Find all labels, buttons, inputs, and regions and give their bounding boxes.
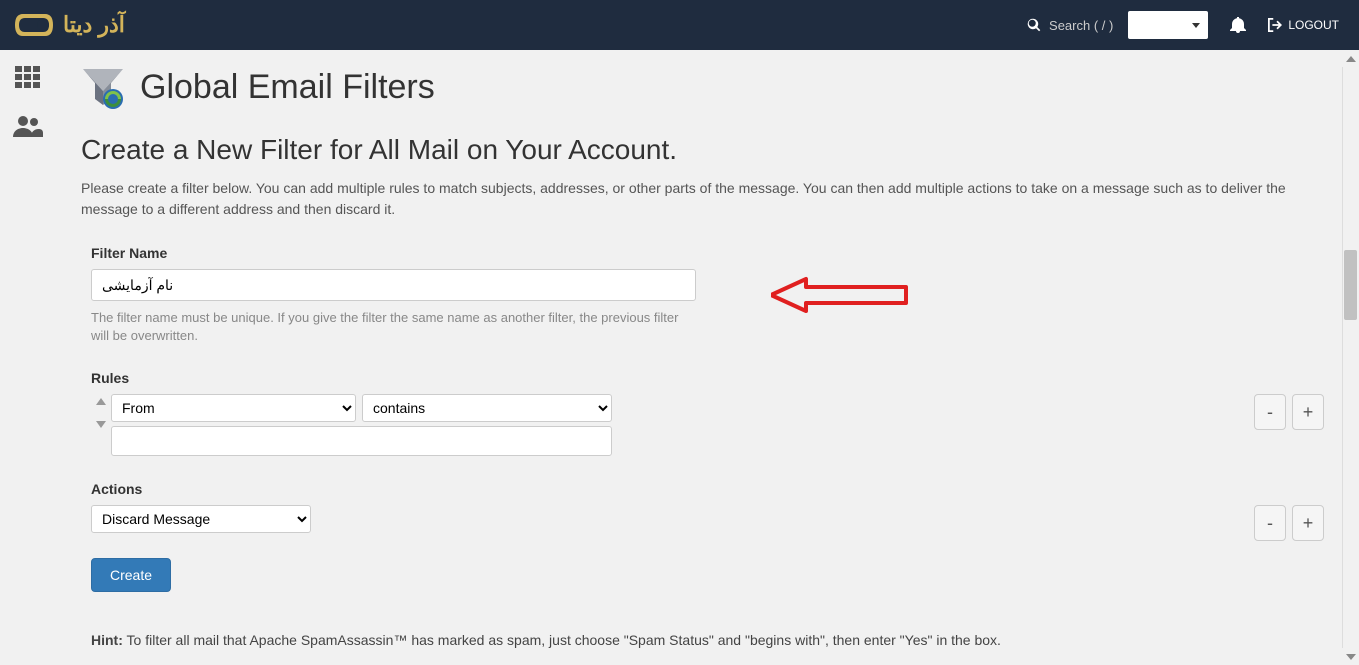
notifications-button[interactable] [1223, 17, 1253, 33]
rule-value-input[interactable] [111, 426, 612, 456]
rule-move-up[interactable] [96, 398, 106, 405]
filter-name-input[interactable] [91, 269, 696, 301]
action-remove-button[interactable]: - [1254, 505, 1286, 541]
scrollbar-track[interactable] [1342, 50, 1359, 665]
search-area[interactable]: Search ( / ) [1027, 18, 1113, 33]
search-placeholder-text: Search ( / ) [1049, 18, 1113, 33]
page-subtitle: Create a New Filter for All Mail on Your… [81, 134, 1334, 166]
rule-match-select[interactable]: contains [362, 394, 612, 422]
page-title: Global Email Filters [140, 68, 435, 107]
bell-icon [1230, 17, 1246, 33]
action-add-button[interactable]: + [1292, 505, 1324, 541]
logout-label: LOGOUT [1288, 18, 1339, 32]
sidebar-apps[interactable] [13, 65, 43, 89]
grid-icon [15, 66, 41, 88]
sidebar-users[interactable] [13, 114, 43, 138]
scrollbar-down[interactable] [1342, 648, 1359, 665]
page-description: Please create a filter below. You can ad… [81, 178, 1334, 220]
scrollbar-thumb[interactable] [1344, 250, 1357, 320]
actions-label: Actions [91, 481, 1324, 497]
filter-name-help: The filter name must be unique. If you g… [91, 309, 691, 345]
action-select[interactable]: Discard Message [91, 505, 311, 533]
main-content: Global Email Filters Create a New Filter… [56, 50, 1359, 665]
rule-field-select[interactable]: From [111, 394, 356, 422]
logout-button[interactable]: LOGOUT [1268, 18, 1349, 32]
filter-name-label: Filter Name [91, 245, 1324, 261]
rule-remove-button[interactable]: - [1254, 394, 1286, 430]
hint-block: Hint: To filter all mail that Apache Spa… [91, 632, 1324, 648]
hint-text: To filter all mail that Apache SpamAssas… [123, 632, 1001, 648]
caret-down-icon [1192, 23, 1200, 28]
rules-label: Rules [91, 370, 1324, 386]
search-icon [1027, 18, 1041, 32]
logout-icon [1268, 18, 1282, 32]
header: آذر دیتا Search ( / ) LOGOUT [0, 0, 1359, 50]
logo-icon [15, 10, 55, 40]
scrollbar-up[interactable] [1342, 50, 1359, 67]
rule-move-down[interactable] [96, 421, 106, 428]
sidebar [0, 50, 56, 665]
create-button[interactable]: Create [91, 558, 171, 592]
brand-logo[interactable]: آذر دیتا [15, 10, 125, 40]
user-menu-button[interactable] [1128, 11, 1208, 39]
hint-label: Hint: [91, 632, 123, 648]
rule-add-button[interactable]: + [1292, 394, 1324, 430]
users-icon [13, 115, 43, 137]
email-filter-icon [81, 65, 125, 109]
brand-text: آذر دیتا [63, 12, 125, 38]
